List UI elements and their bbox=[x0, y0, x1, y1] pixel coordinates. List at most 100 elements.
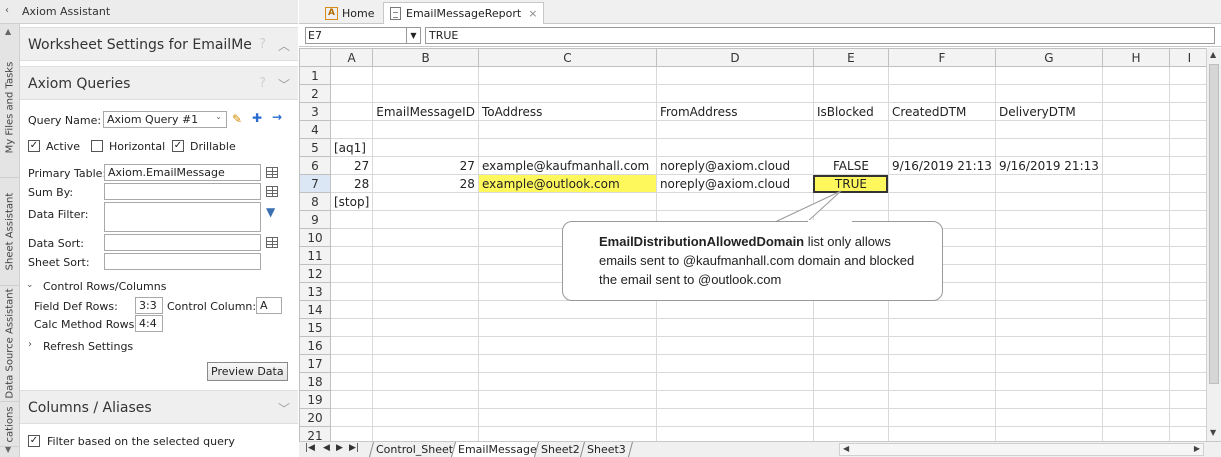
cell-f15[interactable] bbox=[887, 318, 996, 337]
help-icon[interactable]: ? bbox=[259, 37, 266, 52]
cell-h15[interactable] bbox=[1101, 318, 1170, 337]
row-header[interactable]: 14 bbox=[299, 300, 331, 319]
cell-g14[interactable] bbox=[994, 300, 1103, 319]
cell-e3[interactable]: IsBlocked bbox=[812, 102, 889, 121]
cell-b6[interactable]: 27 bbox=[372, 156, 479, 175]
scroll-down-icon[interactable]: ▼ bbox=[5, 445, 11, 454]
row-header[interactable]: 5 bbox=[299, 138, 331, 157]
tab-home[interactable]: A Home bbox=[321, 2, 378, 24]
sum-by-field[interactable] bbox=[104, 183, 261, 200]
cell-e16[interactable] bbox=[812, 336, 889, 355]
active-checkbox[interactable]: ✓ bbox=[28, 140, 40, 152]
row-header[interactable]: 13 bbox=[299, 282, 331, 301]
cell-g7[interactable] bbox=[994, 174, 1103, 193]
cell-e15[interactable] bbox=[812, 318, 889, 337]
row-header[interactable]: 10 bbox=[299, 228, 331, 247]
row-header[interactable]: 9 bbox=[299, 210, 331, 229]
cell-g3[interactable]: DeliveryDTM bbox=[994, 102, 1103, 121]
vertical-scrollbar[interactable]: ▲ ▼ bbox=[1206, 48, 1221, 441]
cell-i14[interactable] bbox=[1168, 300, 1210, 319]
last-sheet-icon[interactable]: ▶| bbox=[349, 443, 359, 453]
cell-c4[interactable] bbox=[477, 120, 657, 139]
preview-data-button[interactable]: Preview Data bbox=[207, 362, 288, 381]
sort-picker-icon[interactable] bbox=[266, 237, 278, 248]
scroll-up-icon[interactable]: ▲ bbox=[1210, 50, 1216, 59]
vtab-data-source-assistant[interactable]: Data Source Assistant bbox=[0, 286, 20, 402]
query-name-select[interactable]: Axiom Query #1 ⌄ bbox=[103, 111, 227, 128]
refresh-settings-toggle[interactable]: Refresh Settings bbox=[43, 340, 133, 353]
cell-e4[interactable] bbox=[812, 120, 889, 139]
cell-a21[interactable] bbox=[329, 426, 374, 441]
cell-h11[interactable] bbox=[1101, 246, 1170, 265]
cell-a8[interactable]: [stop] bbox=[329, 192, 374, 211]
cell-f19[interactable] bbox=[887, 390, 996, 409]
row-header[interactable]: 4 bbox=[299, 120, 331, 139]
scroll-down-icon[interactable]: ▼ bbox=[1210, 428, 1216, 437]
filter-by-query-checkbox[interactable]: ✓ bbox=[28, 435, 40, 447]
cell-g17[interactable] bbox=[994, 354, 1103, 373]
row-header[interactable]: 17 bbox=[299, 354, 331, 373]
vtab-my-files-and-tasks[interactable]: My Files and Tasks bbox=[0, 38, 20, 178]
primary-table-field[interactable]: Axiom.EmailMessage bbox=[104, 164, 261, 181]
cell-i20[interactable] bbox=[1168, 408, 1210, 427]
cell-c15[interactable] bbox=[477, 318, 657, 337]
row-header[interactable]: 6 bbox=[299, 156, 331, 175]
cell-i17[interactable] bbox=[1168, 354, 1210, 373]
horizontal-checkbox[interactable] bbox=[91, 140, 103, 152]
select-all-corner[interactable] bbox=[299, 48, 331, 67]
cell-g8[interactable] bbox=[994, 192, 1103, 211]
next-sheet-icon[interactable]: ▶ bbox=[336, 443, 343, 453]
cell-h20[interactable] bbox=[1101, 408, 1170, 427]
cell-d21[interactable] bbox=[655, 426, 814, 441]
cell-i8[interactable] bbox=[1168, 192, 1210, 211]
cell-i9[interactable] bbox=[1168, 210, 1210, 229]
cell-c6[interactable]: example@kaufmanhall.com bbox=[477, 156, 657, 175]
table-picker-icon[interactable] bbox=[266, 167, 278, 178]
row-header[interactable]: 11 bbox=[299, 246, 331, 265]
sheet-tab-control-sheet[interactable]: Control_Sheet bbox=[368, 442, 461, 457]
cell-a2[interactable] bbox=[329, 84, 374, 103]
cell-b15[interactable] bbox=[372, 318, 479, 337]
sheet-tab-sheet3[interactable]: Sheet3 bbox=[579, 442, 633, 457]
cell-e14[interactable] bbox=[812, 300, 889, 319]
cell-c17[interactable] bbox=[477, 354, 657, 373]
cell-e6[interactable]: FALSE bbox=[812, 156, 889, 175]
cell-a11[interactable] bbox=[329, 246, 374, 265]
cell-f6[interactable]: 9/16/2019 21:13 bbox=[887, 156, 996, 175]
control-rows-columns-toggle[interactable]: Control Rows/Columns bbox=[43, 280, 166, 293]
cell-d2[interactable] bbox=[655, 84, 814, 103]
prev-sheet-icon[interactable]: ◀ bbox=[323, 443, 330, 453]
cell-h18[interactable] bbox=[1101, 372, 1170, 391]
data-filter-field[interactable] bbox=[104, 202, 261, 232]
cell-i1[interactable] bbox=[1168, 66, 1210, 85]
column-picker-icon[interactable] bbox=[266, 186, 278, 197]
cell-b19[interactable] bbox=[372, 390, 479, 409]
cell-a1[interactable] bbox=[329, 66, 374, 85]
cell-a18[interactable] bbox=[329, 372, 374, 391]
cell-d6[interactable]: noreply@axiom.cloud bbox=[655, 156, 814, 175]
cell-g12[interactable] bbox=[994, 264, 1103, 283]
sheet-tab-email-message[interactable]: EmailMessage bbox=[450, 442, 544, 457]
cell-b2[interactable] bbox=[372, 84, 479, 103]
cell-h12[interactable] bbox=[1101, 264, 1170, 283]
cell-f17[interactable] bbox=[887, 354, 996, 373]
vtab-sheet-assistant[interactable]: Sheet Assistant bbox=[0, 178, 20, 286]
cell-d16[interactable] bbox=[655, 336, 814, 355]
cell-a12[interactable] bbox=[329, 264, 374, 283]
cell-h3[interactable] bbox=[1101, 102, 1170, 121]
data-sort-field[interactable] bbox=[104, 234, 261, 251]
cell-d19[interactable] bbox=[655, 390, 814, 409]
cell-c21[interactable] bbox=[477, 426, 657, 441]
cell-a6[interactable]: 27 bbox=[329, 156, 374, 175]
column-header-i[interactable]: I bbox=[1168, 48, 1210, 67]
cell-b8[interactable] bbox=[372, 192, 479, 211]
cell-a16[interactable] bbox=[329, 336, 374, 355]
cell-a13[interactable] bbox=[329, 282, 374, 301]
cell-h10[interactable] bbox=[1101, 228, 1170, 247]
cell-h14[interactable] bbox=[1101, 300, 1170, 319]
chevron-down-icon[interactable]: ▼ bbox=[406, 28, 420, 43]
row-header[interactable]: 19 bbox=[299, 390, 331, 409]
close-icon[interactable]: × bbox=[528, 7, 537, 20]
cell-d1[interactable] bbox=[655, 66, 814, 85]
worksheet-settings-header[interactable]: Worksheet Settings for EmailMe ? ︿ bbox=[20, 27, 298, 61]
